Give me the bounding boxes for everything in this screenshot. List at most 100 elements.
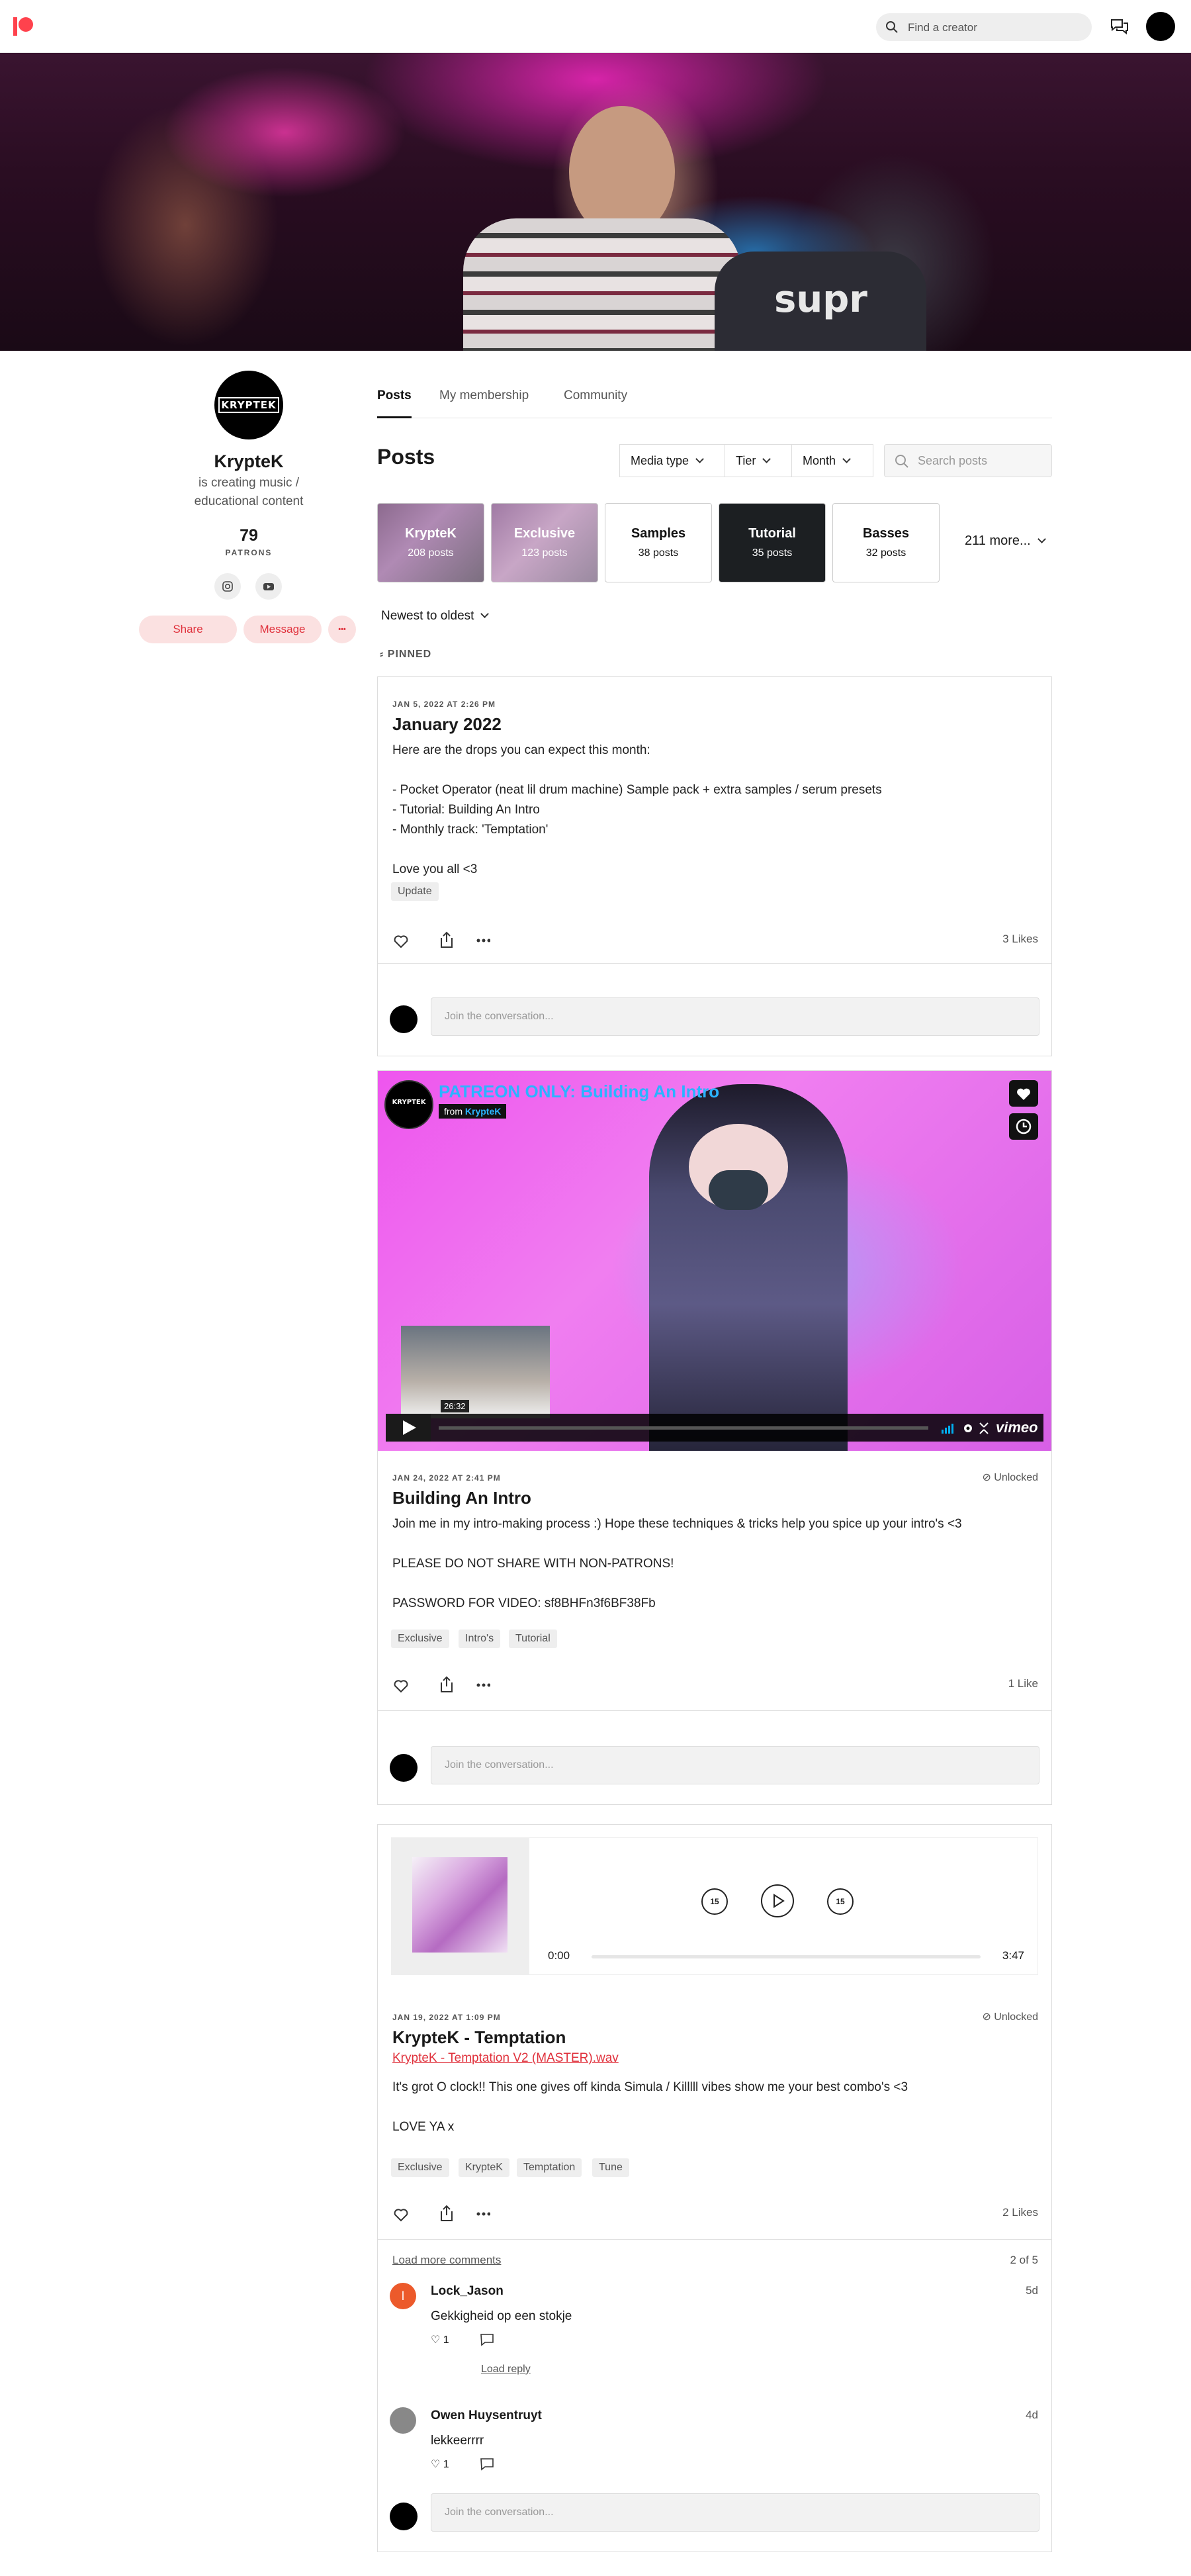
post-body: Here are the drops you can expect this m… [392, 741, 882, 880]
commenter-avatar [390, 1005, 418, 1033]
post-tag[interactable]: Temptation [517, 2158, 582, 2177]
patron-count: 79 [240, 526, 258, 545]
more-collections-button[interactable]: 211 more... [965, 533, 1046, 549]
comment-input[interactable]: Join the conversation... [431, 1746, 1039, 1784]
search-icon [895, 455, 908, 468]
comment-author[interactable]: Owen Huysentruyt [431, 2409, 542, 2423]
creator-description: is creating music / educational content [132, 474, 365, 511]
load-more-comments[interactable]: Load more comments [392, 2254, 501, 2267]
audio-player: 15 15 0:00 3:47 [391, 1837, 1038, 1976]
media-type-filter[interactable]: Media type [619, 444, 725, 477]
share-icon [441, 2205, 453, 2221]
tab-my-membership[interactable]: My membership [439, 384, 529, 418]
comment-like-button[interactable]: ♡ 1 [431, 2458, 449, 2471]
post-tag[interactable]: KrypteK [459, 2158, 509, 2177]
video-title[interactable]: PATREON ONLY: Building An Intro [439, 1081, 719, 1102]
video-controls: vimeo [386, 1414, 1043, 1442]
comment-author[interactable]: Lock_Jason [431, 2284, 504, 2299]
video-progress-bar[interactable] [439, 1426, 928, 1430]
user-avatar[interactable] [1146, 12, 1175, 41]
post-text-line: - Tutorial: Building An Intro [392, 803, 540, 817]
unlock-icon: ⊘ [982, 1472, 994, 1483]
audio-progress-bar[interactable] [592, 1955, 981, 1958]
video-player[interactable]: KRYPTEK PATREON ONLY: Building An Intro … [378, 1071, 1051, 1451]
watch-later-button[interactable] [1009, 1113, 1038, 1140]
chevron-down-icon [480, 610, 490, 618]
reply-icon[interactable] [480, 2458, 494, 2471]
month-label: Month [803, 454, 836, 467]
load-reply-link[interactable]: Load reply [481, 2364, 531, 2375]
share-button[interactable]: Share [139, 616, 237, 643]
collection-card[interactable]: Samples 38 posts [605, 503, 712, 582]
audio-current-time: 0:00 [548, 1949, 570, 1962]
messages-icon[interactable] [1108, 15, 1131, 38]
post-tag[interactable]: Exclusive [391, 2158, 449, 2177]
comment-input[interactable]: Join the conversation... [431, 997, 1039, 1036]
post-title[interactable]: Building An Intro [392, 1488, 531, 1508]
instagram-button[interactable] [214, 573, 241, 600]
collection-card[interactable]: Exclusive 123 posts [491, 503, 598, 582]
comment-like-count: 1 [443, 2459, 449, 2470]
patreon-logo-icon[interactable] [13, 16, 34, 37]
collection-title: Basses [862, 526, 910, 541]
skip-forward-button[interactable]: 15 [827, 1888, 854, 1915]
post-tag[interactable]: Update [391, 882, 439, 901]
month-filter[interactable]: Month [791, 444, 873, 477]
like-video-button[interactable] [1009, 1080, 1038, 1107]
creator-description-line: educational content [194, 494, 304, 508]
cover-banner-image: supr [0, 53, 1191, 351]
clock-icon [1016, 1119, 1032, 1134]
search-icon [886, 21, 898, 33]
tab-posts[interactable]: Posts [377, 384, 412, 418]
vimeo-logo[interactable]: vimeo [996, 1419, 1038, 1436]
find-creator-search[interactable]: Find a creator [876, 13, 1092, 41]
collection-title: Exclusive [513, 526, 576, 541]
post-actions [394, 931, 490, 948]
heart-icon [1017, 1088, 1030, 1100]
skip-back-button[interactable]: 15 [701, 1888, 728, 1915]
post-text-line: Here are the drops you can expect this m… [392, 743, 650, 757]
collection-count: 32 posts [865, 547, 906, 559]
tab-community[interactable]: Community [564, 384, 627, 418]
track-cover-art [391, 1837, 529, 1975]
post-title[interactable]: January 2022 [392, 714, 502, 735]
play-icon [773, 1894, 785, 1908]
search-posts-input[interactable]: Search posts [884, 444, 1052, 477]
collection-count: 123 posts [521, 547, 568, 559]
audio-play-button[interactable] [761, 1884, 794, 1917]
post-tag[interactable]: Tune [592, 2158, 629, 2177]
reply-icon[interactable] [480, 2333, 494, 2346]
post-tag[interactable]: Intro's [459, 1630, 501, 1648]
collection-count: 38 posts [638, 547, 679, 559]
creator-avatar: KRYPTEK [214, 371, 283, 439]
comment-avatar[interactable]: l [390, 2283, 416, 2309]
comment-time: 5d [1026, 2284, 1038, 2297]
video-settings-icons[interactable] [942, 1420, 994, 1436]
video-channel-logo[interactable]: KRYPTEK [384, 1080, 433, 1129]
comment-like-button[interactable]: ♡ 1 [431, 2333, 449, 2346]
tier-filter[interactable]: Tier [725, 444, 792, 477]
divider [378, 963, 1051, 964]
comment-avatar[interactable] [390, 2407, 416, 2434]
post-title[interactable]: KrypteK - Temptation [392, 2027, 566, 2048]
collection-card[interactable]: KrypteK 208 posts [377, 503, 484, 582]
youtube-button[interactable] [255, 573, 282, 600]
video-author[interactable]: from KrypteK [439, 1104, 507, 1119]
collection-card[interactable]: Tutorial 35 posts [719, 503, 826, 582]
comment-count: 2 of 5 [1010, 2254, 1038, 2266]
post-text-line: PASSWORD FOR VIDEO: sf8BHFn3f6BF38Fb [392, 1596, 656, 1610]
message-button[interactable]: Message [243, 616, 322, 643]
more-collections-label: 211 more... [965, 533, 1031, 548]
instagram-icon [222, 581, 233, 592]
post-tag[interactable]: Exclusive [391, 1630, 449, 1648]
more-options-button[interactable]: ••• [328, 616, 356, 643]
play-button[interactable] [386, 1414, 431, 1442]
audio-file-link[interactable]: KrypteK - Temptation V2 (MASTER).wav [392, 2051, 619, 2066]
sort-dropdown[interactable]: Newest to oldest [381, 609, 490, 623]
collection-card[interactable]: Basses 32 posts [832, 503, 940, 582]
share-icon [441, 1676, 453, 1692]
comment-input[interactable]: Join the conversation... [431, 2493, 1039, 2532]
post-tag[interactable]: Tutorial [509, 1630, 557, 1648]
post-text-line: Love you all <3 [392, 862, 478, 876]
post-date: JAN 5, 2022 AT 2:26 PM [392, 700, 496, 709]
